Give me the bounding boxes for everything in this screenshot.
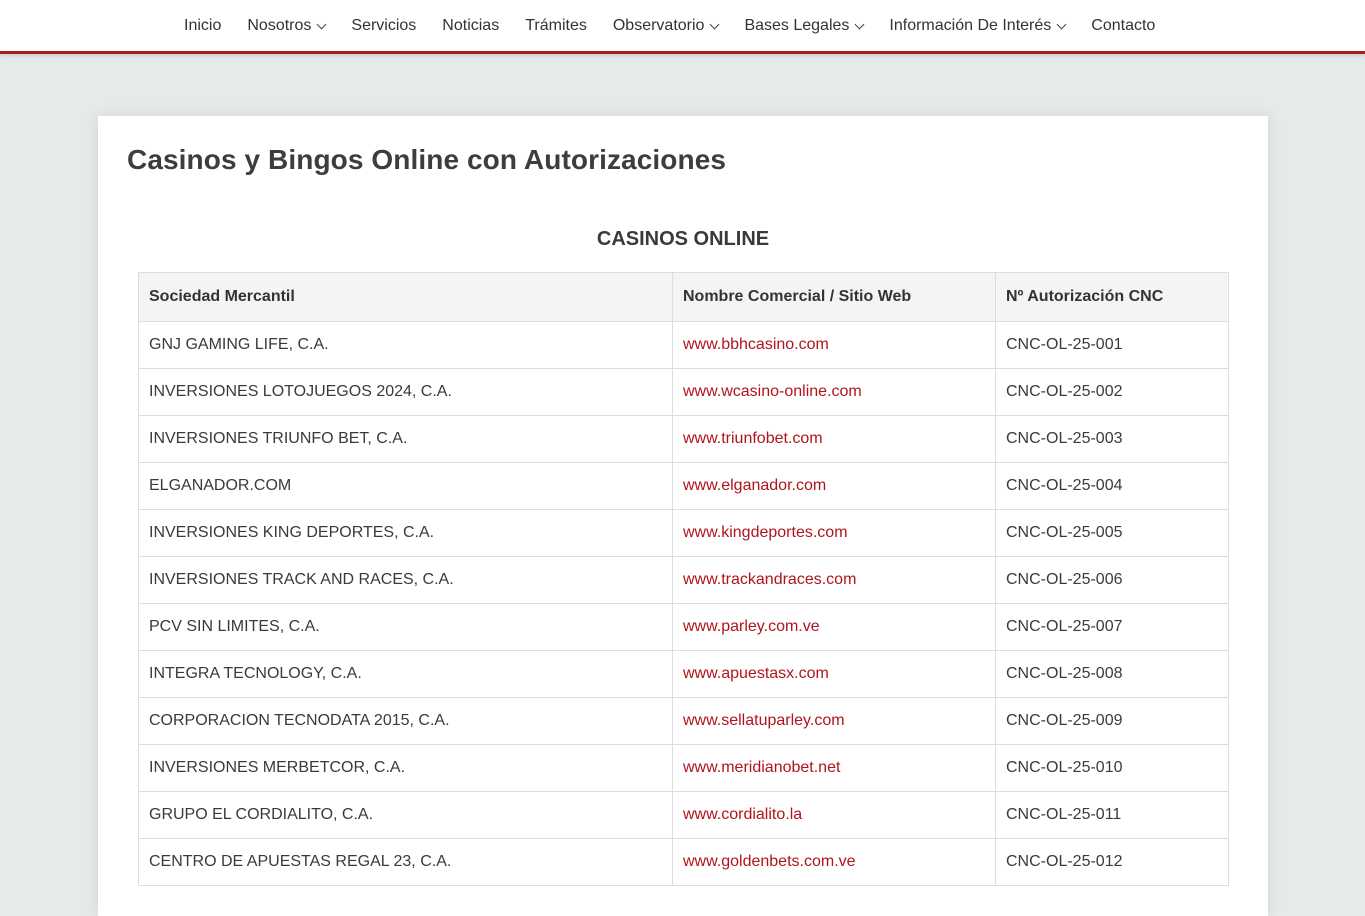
nav-item-tramites[interactable]: Trámites	[525, 17, 587, 37]
nav-item-nosotros[interactable]: Nosotros	[247, 17, 327, 37]
nav-item-label: Inicio	[184, 17, 222, 34]
cell-sociedad-mercantil: GNJ GAMING LIFE, C.A.	[138, 321, 673, 369]
website-link[interactable]: www.triunfobet.com	[683, 430, 823, 447]
top-navigation-bar: Inicio Nosotros Servicios Noticias Trámites O…	[0, 0, 1365, 54]
cell-sitio-web: www.meridianobet.net	[672, 744, 996, 792]
table-row: CENTRO DE APUESTAS REGAL 23, C.A. www.gol…	[138, 838, 1229, 886]
cell-numero-autorizacion: CNC-OL-25-003	[995, 415, 1229, 463]
cell-sociedad-mercantil: INVERSIONES LOTOJUEGOS 2024, C.A.	[138, 368, 673, 416]
chevron-down-icon	[709, 19, 720, 29]
cell-sociedad-mercantil: INTEGRA TECNOLOGY, C.A.	[138, 650, 673, 698]
header-nombre-comercial: Nombre Comercial / Sitio Web	[672, 272, 996, 322]
cell-sociedad-mercantil: INVERSIONES MERBETCOR, C.A.	[138, 744, 673, 792]
cell-sitio-web: www.kingdeportes.com	[672, 509, 996, 557]
nav-item-contacto[interactable]: Contacto	[1091, 17, 1155, 37]
website-link[interactable]: www.parley.com.ve	[683, 618, 820, 635]
table-row: INVERSIONES TRIUNFO BET, C.A. www.triunfo…	[138, 415, 1229, 463]
cell-sociedad-mercantil: CORPORACION TECNODATA 2015, C.A.	[138, 697, 673, 745]
cell-sociedad-mercantil: ELGANADOR.COM	[138, 462, 673, 510]
authorizations-table: Sociedad Mercantil Nombre Comercial / Si…	[138, 272, 1229, 886]
cell-sociedad-mercantil: PCV SIN LIMITES, C.A.	[138, 603, 673, 651]
cell-numero-autorizacion: CNC-OL-25-007	[995, 603, 1229, 651]
table-row: GRUPO EL CORDIALITO, C.A. www.cordialito.…	[138, 791, 1229, 839]
chevron-down-icon	[316, 19, 327, 29]
cell-numero-autorizacion: CNC-OL-25-001	[995, 321, 1229, 369]
cell-numero-autorizacion: CNC-OL-25-009	[995, 697, 1229, 745]
table-row: INTEGRA TECNOLOGY, C.A. www.apuestasx.com…	[138, 650, 1229, 698]
page-title: Casinos y Bingos Online con Autorizacion…	[127, 144, 727, 175]
cell-numero-autorizacion: CNC-OL-25-010	[995, 744, 1229, 792]
cell-sociedad-mercantil: INVERSIONES TRIUNFO BET, C.A.	[138, 415, 673, 463]
cell-sociedad-mercantil: INVERSIONES TRACK AND RACES, C.A.	[138, 556, 673, 604]
website-link[interactable]: www.cordialito.la	[683, 806, 802, 823]
nav-item-informacion-de-interes[interactable]: Información De Interés	[889, 17, 1067, 37]
main-menu: Inicio Nosotros Servicios Noticias Trámites O…	[184, 0, 1155, 54]
cell-numero-autorizacion: CNC-OL-25-012	[995, 838, 1229, 886]
chevron-down-icon	[854, 19, 865, 29]
website-link[interactable]: www.goldenbets.com.ve	[683, 853, 856, 870]
cell-numero-autorizacion: CNC-OL-25-011	[995, 791, 1229, 839]
nav-item-label: Nosotros	[247, 17, 312, 34]
authorizations-table-wrapper: Sociedad Mercantil Nombre Comercial / Si…	[138, 272, 1229, 886]
cell-sitio-web: www.bbhcasino.com	[672, 321, 996, 369]
cell-numero-autorizacion: CNC-OL-25-004	[995, 462, 1229, 510]
cell-sitio-web: www.apuestasx.com	[672, 650, 996, 698]
website-link[interactable]: www.bbhcasino.com	[683, 336, 829, 353]
nav-item-label: Trámites	[525, 17, 587, 34]
nav-item-label: Contacto	[1091, 17, 1156, 34]
website-link[interactable]: www.kingdeportes.com	[683, 524, 848, 541]
cell-sitio-web: www.parley.com.ve	[672, 603, 996, 651]
cell-sociedad-mercantil: GRUPO EL CORDIALITO, C.A.	[138, 791, 673, 839]
cell-sitio-web: www.triunfobet.com	[672, 415, 996, 463]
website-link[interactable]: www.sellatuparley.com	[683, 712, 845, 729]
cell-numero-autorizacion: CNC-OL-25-008	[995, 650, 1229, 698]
table-row: INVERSIONES KING DEPORTES, C.A. www.kingd…	[138, 509, 1229, 557]
table-row: ELGANADOR.COM www.elganador.com CNC-OL-25-…	[138, 462, 1229, 510]
table-row: PCV SIN LIMITES, C.A. www.parley.com.ve CN…	[138, 603, 1229, 651]
nav-item-observatorio[interactable]: Observatorio	[612, 17, 720, 37]
website-link[interactable]: www.trackandraces.com	[683, 571, 856, 588]
cell-sitio-web: www.trackandraces.com	[672, 556, 996, 604]
nav-item-label: Noticias	[442, 17, 500, 34]
website-link[interactable]: www.apuestasx.com	[683, 665, 829, 682]
table-row: CORPORACION TECNODATA 2015, C.A. www.sell…	[138, 697, 1229, 745]
header-sociedad-mercantil: Sociedad Mercantil	[138, 272, 673, 322]
content-card: Casinos y Bingos Online con Autorizacion…	[98, 116, 1268, 916]
nav-item-label: Servicios	[351, 17, 417, 34]
nav-item-label: Bases Legales	[744, 17, 850, 34]
nav-item-bases-legales[interactable]: Bases Legales	[744, 17, 865, 37]
section-title: CASINOS ONLINE	[596, 228, 770, 250]
cell-numero-autorizacion: CNC-OL-25-005	[995, 509, 1229, 557]
cell-sitio-web: www.elganador.com	[672, 462, 996, 510]
nav-item-noticias[interactable]: Noticias	[442, 17, 499, 37]
table-body: GNJ GAMING LIFE, C.A. www.bbhcasino.com CN…	[138, 321, 1229, 886]
chevron-down-icon	[1056, 19, 1067, 29]
table-row: INVERSIONES MERBETCOR, C.A. www.meridiano…	[138, 744, 1229, 792]
table-row: INVERSIONES TRACK AND RACES, C.A. www.tra…	[138, 556, 1229, 604]
cell-sociedad-mercantil: INVERSIONES KING DEPORTES, C.A.	[138, 509, 673, 557]
website-link[interactable]: www.wcasino-online.com	[683, 383, 862, 400]
cell-numero-autorizacion: CNC-OL-25-002	[995, 368, 1229, 416]
cell-sitio-web: www.wcasino-online.com	[672, 368, 996, 416]
website-link[interactable]: www.meridianobet.net	[683, 759, 840, 776]
cell-sitio-web: www.sellatuparley.com	[672, 697, 996, 745]
cell-numero-autorizacion: CNC-OL-25-006	[995, 556, 1229, 604]
cell-sitio-web: www.goldenbets.com.ve	[672, 838, 996, 886]
table-header-row: Sociedad Mercantil Nombre Comercial / Si…	[138, 272, 1229, 322]
nav-item-inicio[interactable]: Inicio	[184, 17, 221, 37]
nav-item-servicios[interactable]: Servicios	[351, 17, 416, 37]
nav-item-label: Observatorio	[612, 17, 705, 34]
table-row: GNJ GAMING LIFE, C.A. www.bbhcasino.com CN…	[138, 321, 1229, 369]
cell-sitio-web: www.cordialito.la	[672, 791, 996, 839]
cell-sociedad-mercantil: CENTRO DE APUESTAS REGAL 23, C.A.	[138, 838, 673, 886]
header-numero-autorizacion: Nº Autorización CNC	[995, 272, 1229, 322]
table-row: INVERSIONES LOTOJUEGOS 2024, C.A. www.wca…	[138, 368, 1229, 416]
website-link[interactable]: www.elganador.com	[683, 477, 826, 494]
nav-item-label: Información De Interés	[889, 17, 1052, 34]
